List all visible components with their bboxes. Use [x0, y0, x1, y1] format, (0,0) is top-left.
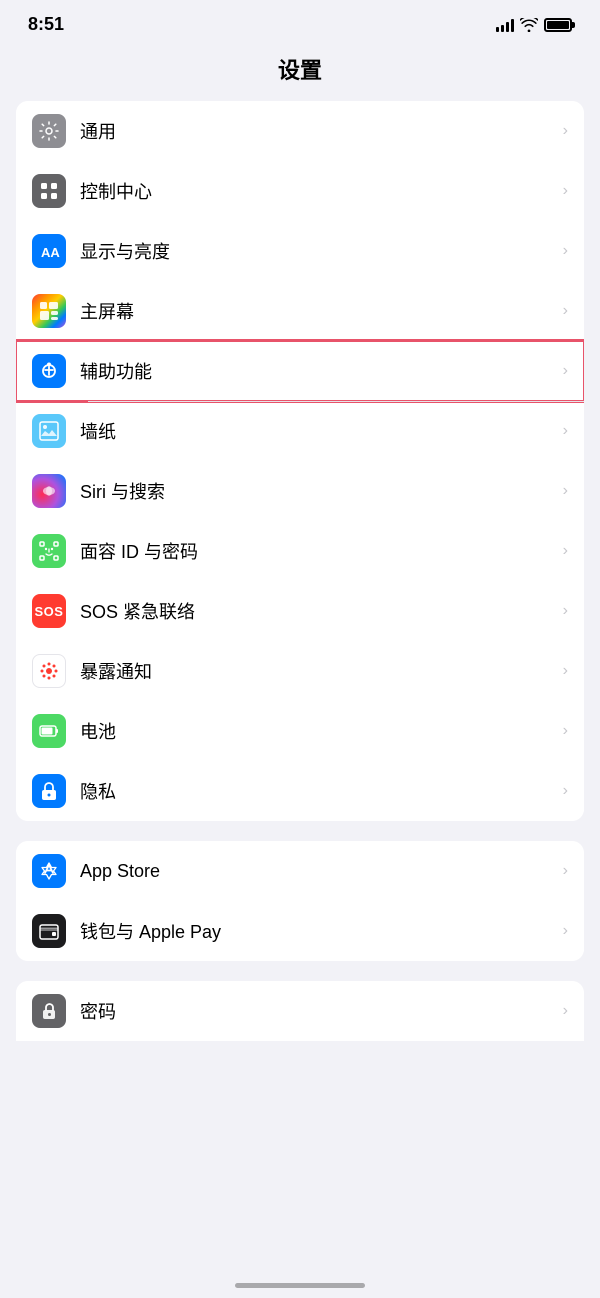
settings-item-siri[interactable]: Siri 与搜索 › [16, 461, 584, 521]
settings-group-3: 密码 › [16, 981, 584, 1041]
svg-text:AA: AA [41, 245, 60, 260]
signal-icon [496, 18, 514, 32]
app-store-label: App Store [80, 861, 563, 882]
accessibility-chevron: › [563, 362, 568, 380]
exposure-chevron: › [563, 662, 568, 680]
settings-item-sos[interactable]: SOS SOS 紧急联络 › [16, 581, 584, 641]
home-screen-icon [32, 294, 66, 328]
exposure-label: 暴露通知 [80, 658, 563, 684]
privacy-label: 隐私 [80, 778, 563, 804]
sos-icon: SOS [32, 594, 66, 628]
settings-group-1: 通用 › 控制中心 › AA 显示与亮度 › [16, 101, 584, 821]
display-label: 显示与亮度 [80, 238, 563, 264]
settings-item-faceid[interactable]: 面容 ID 与密码 › [16, 521, 584, 581]
app-store-icon [32, 854, 66, 888]
battery-chevron: › [563, 722, 568, 740]
control-center-label: 控制中心 [80, 178, 563, 204]
general-icon [32, 114, 66, 148]
general-chevron: › [563, 122, 568, 140]
settings-item-accessibility[interactable]: 辅助功能 › [16, 341, 584, 401]
settings-item-battery[interactable]: 电池 › [16, 701, 584, 761]
status-bar: 8:51 [0, 0, 600, 43]
battery-icon [32, 714, 66, 748]
home-screen-chevron: › [563, 302, 568, 320]
control-center-icon [32, 174, 66, 208]
faceid-chevron: › [563, 542, 568, 560]
privacy-chevron: › [563, 782, 568, 800]
settings-item-exposure[interactable]: 暴露通知 › [16, 641, 584, 701]
status-icons [496, 18, 572, 32]
faceid-label: 面容 ID 与密码 [80, 538, 563, 564]
siri-icon [32, 474, 66, 508]
home-indicator [235, 1283, 365, 1288]
accessibility-icon [32, 354, 66, 388]
settings-item-wallet[interactable]: 钱包与 Apple Pay › [16, 901, 584, 961]
sos-label: SOS 紧急联络 [80, 598, 563, 624]
home-screen-label: 主屏幕 [80, 298, 563, 324]
settings-item-display[interactable]: AA 显示与亮度 › [16, 221, 584, 281]
faceid-icon [32, 534, 66, 568]
settings-item-privacy[interactable]: 隐私 › [16, 761, 584, 821]
settings-item-password[interactable]: 密码 › [16, 981, 584, 1041]
siri-label: Siri 与搜索 [80, 478, 563, 504]
display-icon: AA [32, 234, 66, 268]
battery-status-icon [544, 18, 572, 32]
siri-chevron: › [563, 482, 568, 500]
wallpaper-icon [32, 414, 66, 448]
app-store-chevron: › [563, 862, 568, 880]
wallet-label: 钱包与 Apple Pay [80, 918, 563, 944]
accessibility-label: 辅助功能 [80, 358, 563, 384]
wallet-icon [32, 914, 66, 948]
password-chevron: › [563, 1002, 568, 1020]
wifi-icon [520, 18, 538, 32]
control-center-chevron: › [563, 182, 568, 200]
password-icon [32, 994, 66, 1028]
display-chevron: › [563, 242, 568, 260]
wallpaper-label: 墙纸 [80, 418, 563, 444]
battery-label: 电池 [80, 718, 563, 744]
general-label: 通用 [80, 118, 563, 144]
wallpaper-chevron: › [563, 422, 568, 440]
sos-chevron: › [563, 602, 568, 620]
settings-item-home-screen[interactable]: 主屏幕 › [16, 281, 584, 341]
page-title: 设置 [0, 43, 600, 101]
settings-item-wallpaper[interactable]: 墙纸 › [16, 401, 584, 461]
exposure-icon [32, 654, 66, 688]
status-time: 8:51 [28, 14, 64, 35]
settings-group-2: App Store › 钱包与 Apple Pay › [16, 841, 584, 961]
privacy-icon [32, 774, 66, 808]
settings-item-general[interactable]: 通用 › [16, 101, 584, 161]
settings-item-app-store[interactable]: App Store › [16, 841, 584, 901]
wallet-chevron: › [563, 922, 568, 940]
settings-item-control-center[interactable]: 控制中心 › [16, 161, 584, 221]
password-label: 密码 [80, 998, 563, 1024]
